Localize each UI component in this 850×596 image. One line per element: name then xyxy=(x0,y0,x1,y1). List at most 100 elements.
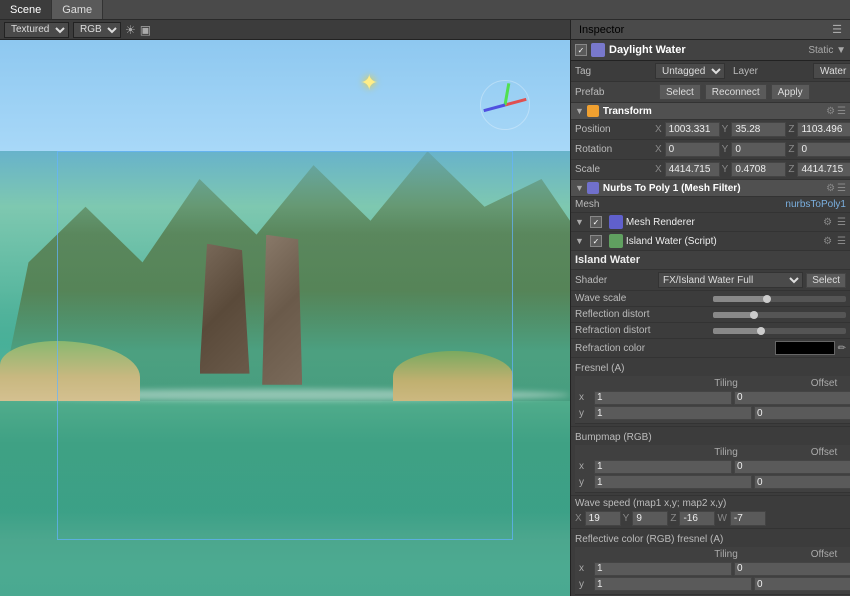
ws-z-label: Z xyxy=(670,513,676,524)
refraction-color-swatch[interactable] xyxy=(775,341,835,355)
ws-w-input[interactable] xyxy=(730,511,766,526)
fresnel-offset-x[interactable] xyxy=(734,391,850,405)
ws-y-input[interactable] xyxy=(632,511,668,526)
wave-speed-label-row: Wave speed (map1 x,y; map2 x,y) xyxy=(575,498,846,509)
rot-x-input[interactable] xyxy=(665,142,720,157)
object-name-row: Daylight Water Static ▼ xyxy=(571,40,850,61)
object-enabled-checkbox[interactable] xyxy=(575,44,587,56)
bumpmap-section: Bumpmap (RGB) Tiling Offset x xyxy=(571,427,850,496)
island-water-script-checkbox[interactable] xyxy=(590,235,602,247)
scale-z-label: Z xyxy=(788,164,794,175)
refraction-distort-label: Refraction distort xyxy=(575,325,709,336)
bumpmap-offset-y[interactable] xyxy=(754,475,850,489)
viewport-mode-select[interactable]: Textured xyxy=(4,22,69,38)
pos-x-input[interactable] xyxy=(665,122,720,137)
prefab-reconnect-button[interactable]: Reconnect xyxy=(705,84,767,100)
mesh-renderer-settings-icon[interactable]: ⚙ xyxy=(823,217,832,228)
reflective-y-row: y xyxy=(579,577,850,591)
inspector-header: Inspector ☰ xyxy=(571,20,850,40)
ws-w-label: W xyxy=(717,513,726,524)
bumpmap-offset-x[interactable] xyxy=(734,460,850,474)
scale-y-input[interactable] xyxy=(731,162,786,177)
scale-label: Scale xyxy=(575,164,655,175)
mesh-renderer-row: ▼ Mesh Renderer ⚙ ☰ xyxy=(571,213,850,232)
bumpmap-tiling-x-row: x Select xyxy=(579,459,850,474)
layer-dropdown[interactable]: Water xyxy=(813,63,850,79)
offset-col-header: Offset xyxy=(775,378,850,389)
pos-z-input[interactable] xyxy=(797,122,850,137)
fresnel-offset-y[interactable] xyxy=(754,406,850,420)
pencil-icon[interactable]: ✏ xyxy=(838,343,846,354)
rot-y-input[interactable] xyxy=(731,142,786,157)
object-name: Daylight Water xyxy=(609,44,808,56)
ref-tiling-x[interactable] xyxy=(594,562,732,576)
bumpmap-th0 xyxy=(579,447,677,458)
reflection-distort-thumb[interactable] xyxy=(750,311,758,319)
rot-z-input[interactable] xyxy=(797,142,850,157)
mesh-filter-menu-icon[interactable]: ☰ xyxy=(837,183,846,194)
rotation-xyz: X Y Z xyxy=(655,142,850,157)
gizmo-x-axis xyxy=(505,98,527,107)
scale-x-input[interactable] xyxy=(665,162,720,177)
ref-offset-y[interactable] xyxy=(754,577,850,591)
shader-select-button[interactable]: Select xyxy=(806,273,846,288)
scale-z-input[interactable] xyxy=(797,162,850,177)
inspector-body[interactable]: Daylight Water Static ▼ Tag Untagged Lay… xyxy=(571,40,850,596)
mesh-value: nurbsToPoly1 xyxy=(728,199,846,210)
ws-y-label: Y xyxy=(623,513,630,524)
shader-label: Shader xyxy=(575,275,655,286)
wave-scale-slider[interactable] xyxy=(713,296,847,302)
mesh-renderer-arrow: ▼ xyxy=(575,217,584,227)
island-water-script-arrow: ▼ xyxy=(575,236,584,246)
mesh-renderer-menu-icon[interactable]: ☰ xyxy=(837,217,846,228)
fresnel-section: Fresnel (A) Tiling Offset x xyxy=(571,358,850,427)
refraction-distort-slider[interactable] xyxy=(713,328,847,334)
viewport-icon-1[interactable]: ☀ xyxy=(125,23,136,37)
bumpmap-tiling-x[interactable] xyxy=(594,460,732,474)
transform-section-header[interactable]: ▼ Transform ⚙ ☰ xyxy=(571,103,850,120)
transform-menu-icon[interactable]: ☰ xyxy=(837,106,846,117)
fresnel-left: Fresnel (A) Tiling Offset x xyxy=(575,360,850,424)
bumpmap-y-label: y xyxy=(579,477,593,488)
mesh-filter-settings-icon[interactable]: ⚙ xyxy=(826,183,835,194)
mesh-row: Mesh nurbsToPoly1 xyxy=(571,197,850,213)
island-water-section: Island Water xyxy=(571,251,850,270)
fresnel-tiling-x[interactable] xyxy=(594,391,732,405)
inspector-menu-icon[interactable]: ☰ xyxy=(832,23,842,36)
refraction-color-label: Refraction color xyxy=(575,343,775,354)
ref-tiling-y[interactable] xyxy=(594,577,752,591)
transform-settings-icon[interactable]: ⚙ xyxy=(826,106,835,117)
ref-offset-x[interactable] xyxy=(734,562,850,576)
scale-row: Scale X Y Z xyxy=(571,160,850,180)
transform-title: Transform xyxy=(603,106,824,117)
viewport-color-select[interactable]: RGB xyxy=(73,22,121,38)
bumpmap-tiling-y[interactable] xyxy=(594,475,752,489)
viewport-icon-2[interactable]: ▣ xyxy=(140,23,151,37)
gizmo[interactable] xyxy=(480,80,530,130)
shader-dropdown[interactable]: FX/Island Water Full xyxy=(658,272,803,288)
island-water-script-menu-icon[interactable]: ☰ xyxy=(837,236,846,247)
island-water-script-settings-icon[interactable]: ⚙ xyxy=(823,236,832,247)
ws-z-input[interactable] xyxy=(679,511,715,526)
mesh-filter-icon xyxy=(587,182,599,194)
tab-game[interactable]: Game xyxy=(52,0,103,19)
wave-scale-thumb[interactable] xyxy=(763,295,771,303)
prefab-select-button[interactable]: Select xyxy=(659,84,701,100)
reflection-distort-row: Reflection distort xyxy=(571,307,850,323)
refraction-distort-thumb[interactable] xyxy=(757,327,765,335)
ws-x-input[interactable] xyxy=(585,511,621,526)
reflection-distort-slider[interactable] xyxy=(713,312,847,318)
tab-scene[interactable]: Scene xyxy=(0,0,52,19)
tag-dropdown[interactable]: Untagged xyxy=(655,63,725,79)
pos-y-input[interactable] xyxy=(731,122,786,137)
object-static-label: Static ▼ xyxy=(808,45,846,56)
fresnel-tiling-y[interactable] xyxy=(594,406,752,420)
scale-y-label: Y xyxy=(722,164,729,175)
reflective-tiling: Tiling Offset x Select y xyxy=(575,547,850,595)
prefab-apply-button[interactable]: Apply xyxy=(771,84,810,100)
pos-x-label: X xyxy=(655,124,662,135)
scene-canvas[interactable]: ✦ xyxy=(0,40,570,596)
reflective-color-left: Reflective color (RGB) fresnel (A) Tilin… xyxy=(575,531,850,595)
mesh-filter-section-header[interactable]: ▼ Nurbs To Poly 1 (Mesh Filter) ⚙ ☰ xyxy=(571,180,850,197)
mesh-renderer-checkbox[interactable] xyxy=(590,216,602,228)
